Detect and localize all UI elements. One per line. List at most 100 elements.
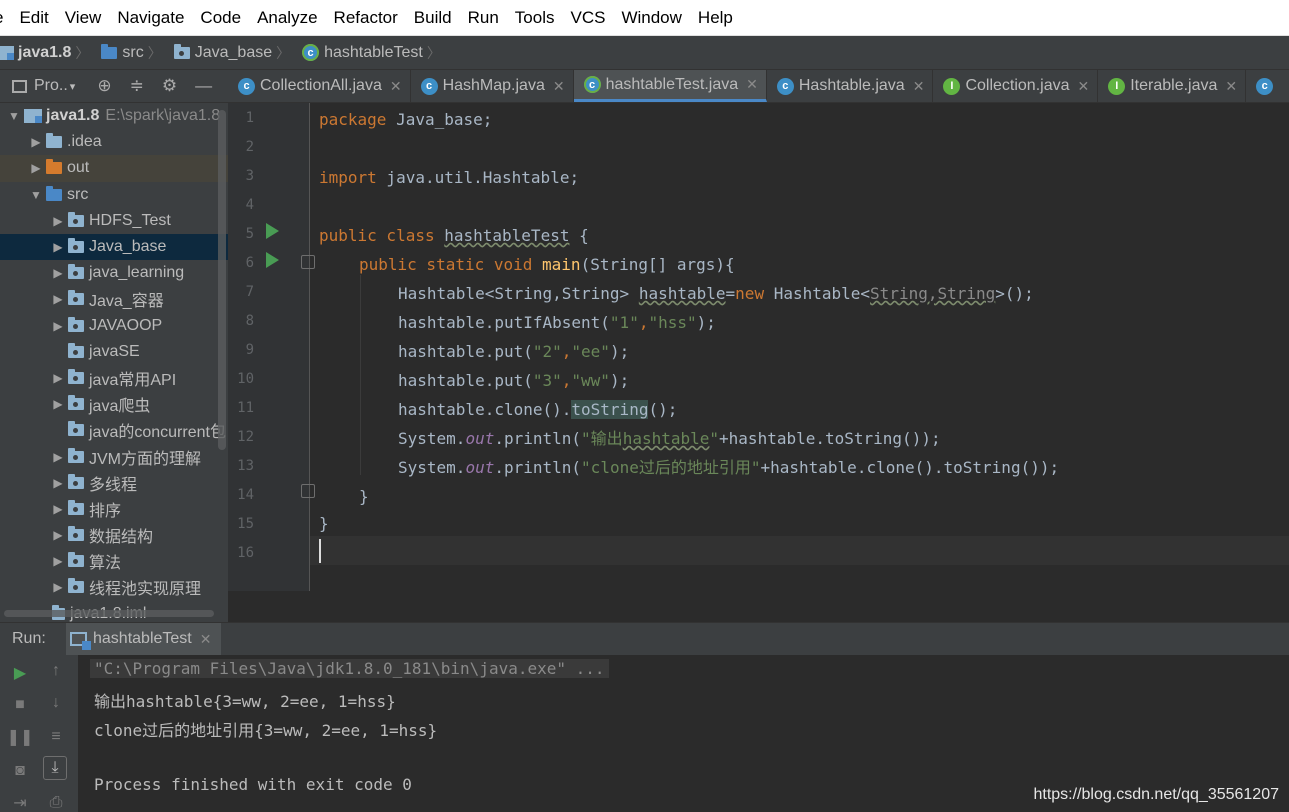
menu-edit[interactable]: Edit <box>11 8 56 28</box>
run-console[interactable]: "C:\Program Files\Java\jdk1.8.0_181\bin\… <box>78 655 1289 812</box>
collapse-icon[interactable]: ≑ <box>130 76 144 96</box>
tree-item-src[interactable]: ▼ src <box>0 182 228 208</box>
collapsed-arrow-icon[interactable]: ▶ <box>50 266 66 280</box>
tree-item-package[interactable]: ▶ 数据结构 <box>0 522 228 548</box>
menu-run[interactable]: Run <box>460 8 507 28</box>
fold-icon[interactable] <box>301 255 315 269</box>
menu-tools[interactable]: Tools <box>507 8 563 28</box>
close-icon[interactable]: ✕ <box>913 78 925 95</box>
tab-collection[interactable]: I Collection.java ✕ <box>933 70 1099 102</box>
breadcrumb-package[interactable]: Java_base 〉 <box>173 43 296 63</box>
collapsed-arrow-icon[interactable]: ▶ <box>50 240 66 254</box>
tab-hashmap[interactable]: c HashMap.java ✕ <box>411 70 574 102</box>
collapsed-arrow-icon[interactable]: ▶ <box>50 214 66 228</box>
code-editor[interactable]: 1 2 3 4 5 6 7 8 9 10 11 12 13 14 15 16 p… <box>228 103 1289 591</box>
code-line-10: hashtable.put("3","ww"); <box>398 371 630 390</box>
project-view-selector[interactable]: Pro.. ▾ <box>12 77 75 95</box>
collapsed-arrow-icon[interactable]: ▶ <box>50 528 66 542</box>
run-main-icon[interactable] <box>266 252 279 268</box>
tree-item-java1.8[interactable]: ▼ java1.8 E:\spark\java1.8 <box>0 103 228 129</box>
editor-bottom-area <box>228 591 1289 622</box>
project-vertical-scrollbar[interactable] <box>218 110 226 450</box>
tab-hashtabletest[interactable]: c hashtableTest.java ✕ <box>573 70 767 102</box>
tree-item-package[interactable]: ▶ 线程池实现原理 <box>0 574 228 600</box>
collapsed-arrow-icon[interactable]: ▶ <box>50 502 66 516</box>
collapsed-arrow-icon[interactable]: ▶ <box>50 292 66 306</box>
collapsed-arrow-icon[interactable]: ▶ <box>50 476 66 490</box>
stop-icon[interactable]: ■ <box>8 693 32 717</box>
close-icon[interactable]: ✕ <box>1078 78 1090 95</box>
collapsed-arrow-icon[interactable]: ▶ <box>50 397 66 411</box>
minimize-icon[interactable]: — <box>195 76 212 96</box>
tree-item-package[interactable]: ▶ java爬虫 <box>0 391 228 417</box>
close-icon[interactable]: ✕ <box>390 78 402 95</box>
console-icon <box>70 632 91 650</box>
menu-refactor[interactable]: Refactor <box>326 8 406 28</box>
menu-vcs[interactable]: VCS <box>562 8 613 28</box>
menu-navigate[interactable]: Navigate <box>109 8 192 28</box>
expanded-arrow-icon[interactable]: ▼ <box>28 188 44 202</box>
tab-more[interactable]: c <box>1246 70 1286 102</box>
line-number: 14 <box>237 487 254 503</box>
tree-item-package[interactable]: ▶ 多线程 <box>0 470 228 496</box>
close-icon[interactable]: ✕ <box>553 78 565 95</box>
tree-item-package-selected[interactable]: ▶ Java_base <box>0 233 228 261</box>
tree-item-package[interactable]: ▶ 算法 <box>0 548 228 574</box>
collapsed-arrow-icon[interactable]: ▶ <box>50 450 66 464</box>
menu-file[interactable]: e <box>0 8 11 28</box>
run-class-icon[interactable] <box>266 223 279 239</box>
class-icon: c <box>583 76 601 93</box>
tab-collectionall[interactable]: c CollectionAll.java ✕ <box>228 70 411 102</box>
collapsed-arrow-icon[interactable]: ▶ <box>28 161 44 175</box>
collapsed-arrow-icon[interactable]: ▶ <box>50 371 66 385</box>
run-tab[interactable]: hashtableTest ✕ <box>66 622 222 656</box>
collapsed-arrow-icon[interactable]: ▶ <box>50 319 66 333</box>
tree-item-package[interactable]: javaSE <box>0 339 228 365</box>
expanded-arrow-icon[interactable]: ▼ <box>6 109 22 123</box>
breadcrumb-src[interactable]: src 〉 <box>101 43 167 63</box>
tree-item-package[interactable]: ▶ Java_容器 <box>0 286 228 312</box>
soft-wrap-icon[interactable]: ≡ <box>44 725 68 749</box>
gear-icon[interactable]: ⚙ <box>162 76 177 96</box>
breadcrumb-project[interactable]: java1.8 〉 <box>0 43 95 63</box>
up-arrow-icon[interactable]: ↑ <box>44 659 68 683</box>
tab-iterable[interactable]: I Iterable.java ✕ <box>1098 70 1247 102</box>
scroll-to-end-icon[interactable]: ⤓ <box>43 756 67 780</box>
tree-item-package[interactable]: ▶ java_learning <box>0 260 228 286</box>
tree-item-package[interactable]: ▶ 排序 <box>0 496 228 522</box>
pause-icon[interactable]: ❚❚ <box>7 725 34 749</box>
tree-item-out[interactable]: ▶ out <box>0 155 228 182</box>
tree-item-package[interactable]: ▶ JVM方面的理解 <box>0 443 228 469</box>
down-arrow-icon[interactable]: ↓ <box>44 691 68 715</box>
tree-item-package[interactable]: java的concurrent包 <box>0 417 228 443</box>
menu-bar: e Edit View Navigate Code Analyze Refact… <box>0 0 1289 36</box>
menu-analyze[interactable]: Analyze <box>249 8 325 28</box>
tab-hashtable[interactable]: c Hashtable.java ✕ <box>767 70 934 102</box>
collapsed-arrow-icon[interactable]: ▶ <box>50 554 66 568</box>
breadcrumb-file[interactable]: c hashtableTest 〉 <box>302 43 447 63</box>
menu-help[interactable]: Help <box>690 8 741 28</box>
tree-item-package[interactable]: ▶ java常用API <box>0 365 228 391</box>
print-icon[interactable]: ⎙ <box>44 791 68 812</box>
rerun-icon[interactable]: ▶ <box>8 661 32 685</box>
menu-build[interactable]: Build <box>406 8 460 28</box>
tree-item-idea[interactable]: ▶ .idea <box>0 129 228 155</box>
run-toolbar: Run: hashtableTest ✕ <box>0 622 1289 656</box>
line-number: 11 <box>237 400 254 416</box>
menu-code[interactable]: Code <box>192 8 249 28</box>
menu-view[interactable]: View <box>57 8 110 28</box>
fold-icon[interactable] <box>301 484 315 498</box>
menu-window[interactable]: Window <box>613 8 689 28</box>
camera-icon[interactable]: ◙ <box>8 759 32 783</box>
close-icon[interactable]: ✕ <box>200 631 212 648</box>
collapsed-arrow-icon[interactable]: ▶ <box>50 580 66 594</box>
exit-icon[interactable]: ⇥ <box>8 791 32 812</box>
close-icon[interactable]: ✕ <box>746 76 758 93</box>
code-line-14: } <box>359 487 369 506</box>
project-horizontal-scrollbar[interactable] <box>4 610 214 617</box>
target-icon[interactable]: ⊕ <box>97 76 111 96</box>
tree-item-package[interactable]: ▶ HDFS_Test <box>0 208 228 234</box>
tree-item-package[interactable]: ▶ JAVAOOP <box>0 313 228 339</box>
close-icon[interactable]: ✕ <box>1225 78 1237 95</box>
collapsed-arrow-icon[interactable]: ▶ <box>28 135 44 149</box>
